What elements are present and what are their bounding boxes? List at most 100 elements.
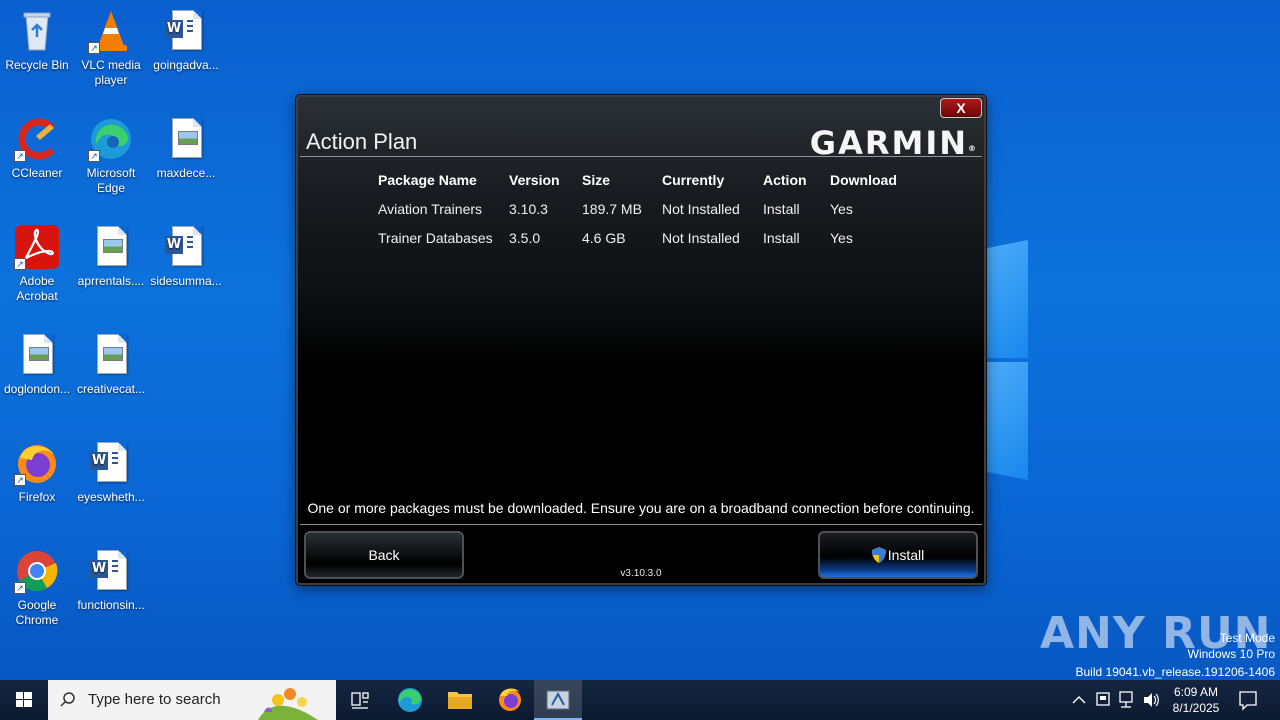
word-document-icon: W	[163, 8, 209, 54]
edge-icon: ↗	[88, 116, 134, 162]
installer-app-icon	[546, 690, 570, 710]
desktop-icon-goingadva[interactable]: W goingadva...	[150, 8, 222, 73]
network-icon[interactable]	[1116, 680, 1138, 720]
desktop-icon-label: goingadva...	[153, 58, 219, 72]
desktop-icon-chrome[interactable]: ↗ Google Chrome	[1, 548, 73, 628]
install-button[interactable]: Install	[818, 531, 978, 579]
word-document-icon: W	[163, 224, 209, 270]
cell-currently: Not Installed	[662, 201, 740, 217]
desktop-icon-sidesumma[interactable]: W sidesumma...	[150, 224, 222, 289]
cell-version: 3.10.3	[509, 201, 548, 217]
folder-icon	[448, 692, 472, 709]
taskbar-edge[interactable]	[386, 680, 434, 720]
desktop-icon-functionsin[interactable]: W functionsin...	[75, 548, 147, 613]
shortcut-arrow-icon: ↗	[88, 42, 100, 54]
close-button[interactable]: X	[940, 98, 982, 118]
desktop-icon-maxdece[interactable]: maxdece...	[150, 116, 222, 181]
desktop-icon-recycle-bin[interactable]: Recycle Bin	[1, 8, 73, 73]
desktop-icon-label: maxdece...	[156, 166, 216, 180]
image-file-icon	[88, 332, 134, 378]
desktop-icon-label: Google Chrome	[15, 598, 59, 627]
image-file-icon	[88, 224, 134, 270]
column-header-version: Version	[509, 172, 560, 188]
desktop-icon-eyeswheth[interactable]: W eyeswheth...	[75, 440, 147, 505]
start-button[interactable]	[0, 680, 48, 720]
registered-mark: ®	[968, 144, 978, 153]
desktop-icon-label: sidesumma...	[150, 274, 222, 288]
package-table: Package Name Version Size Currently Acti…	[378, 169, 910, 256]
desktop-icon-label: Microsoft Edge	[86, 166, 136, 195]
search-placeholder: Type here to search	[88, 691, 221, 708]
system-clock[interactable]: 6:09 AM 8/1/2025	[1166, 684, 1226, 716]
desktop-icon-label: doglondon...	[3, 382, 71, 396]
desktop-icon-vlc[interactable]: ↗ VLC media player	[75, 8, 147, 88]
garmin-action-plan-dialog: X Action Plan GARMIN® Package Name Versi…	[296, 95, 986, 585]
desktop-icon-label: creativecat...	[76, 382, 146, 396]
word-document-icon: W	[88, 440, 134, 486]
column-header-currently: Currently	[662, 172, 725, 188]
windows-wallpaper-logo	[980, 240, 1280, 480]
clock-date: 8/1/2025	[1172, 701, 1220, 715]
table-header-row: Package Name Version Size Currently Acti…	[378, 169, 910, 198]
desktop-icon-label: functionsin...	[77, 598, 145, 612]
column-header-size: Size	[582, 172, 611, 188]
desktop-icon-ccleaner[interactable]: ↗ CCleaner	[1, 116, 73, 181]
cell-currently: Not Installed	[662, 230, 740, 246]
search-icon	[60, 692, 75, 707]
cell-action: Install	[763, 230, 800, 246]
desktop-icon-label: eyeswheth...	[77, 490, 145, 504]
shortcut-arrow-icon: ↗	[14, 258, 26, 270]
shortcut-arrow-icon: ↗	[14, 474, 26, 486]
task-view-button[interactable]	[336, 680, 384, 720]
firefox-icon: ↗	[14, 440, 60, 486]
taskbar-firefox[interactable]	[486, 680, 534, 720]
cell-package-name: Trainer Databases	[378, 230, 493, 246]
windows-start-icon	[16, 692, 32, 707]
acrobat-icon: ↗	[14, 224, 60, 270]
taskbar-search-box[interactable]: Type here to search	[48, 680, 336, 720]
show-hidden-icons-chevron-icon[interactable]	[1068, 680, 1090, 720]
back-button-label: Back	[368, 547, 400, 563]
cell-version: 3.5.0	[509, 230, 541, 246]
shortcut-arrow-icon: ↗	[88, 150, 100, 162]
taskbar-garmin-installer[interactable]	[534, 680, 582, 720]
divider	[300, 156, 982, 157]
search-highlight-flowers-icon	[258, 688, 318, 720]
desktop-icon-edge[interactable]: ↗ Microsoft Edge	[75, 116, 147, 196]
desktop-icon-label: Adobe Acrobat	[16, 274, 58, 303]
taskbar: Type here to search 6:09 AM 8/1/2025	[0, 680, 1280, 720]
cell-action: Install	[763, 201, 800, 217]
image-file-icon	[163, 116, 209, 162]
table-row: Aviation Trainers 3.10.3 189.7 MB Not In…	[378, 198, 910, 227]
ccleaner-icon: ↗	[14, 116, 60, 162]
desktop-icon-label: VLC media player	[81, 58, 141, 87]
taskbar-file-explorer[interactable]	[436, 680, 484, 720]
desktop-icon-label: Recycle Bin	[5, 58, 69, 72]
column-header-action: Action	[763, 172, 807, 188]
vlc-cone-icon: ↗	[88, 8, 134, 54]
desktop-icon-creativecat[interactable]: creativecat...	[75, 332, 147, 397]
desktop-icon-doglondon[interactable]: doglondon...	[1, 332, 73, 397]
cell-size: 4.6 GB	[582, 230, 626, 246]
device-icon[interactable]	[1092, 680, 1114, 720]
shortcut-arrow-icon: ↗	[14, 150, 26, 162]
download-notice: One or more packages must be downloaded.…	[307, 500, 975, 516]
desktop-icon-aprrentals[interactable]: aprrentals....	[75, 224, 147, 289]
chrome-icon: ↗	[14, 548, 60, 594]
dialog-title: Action Plan	[306, 129, 418, 154]
uac-shield-icon	[871, 536, 886, 563]
shortcut-arrow-icon: ↗	[14, 582, 26, 594]
volume-icon[interactable]	[1140, 680, 1162, 720]
desktop-icon-firefox[interactable]: ↗ Firefox	[1, 440, 73, 505]
desktop-icon-label: CCleaner	[11, 166, 63, 180]
column-header-download: Download	[830, 172, 897, 188]
install-button-label: Install	[887, 547, 925, 563]
table-row: Trainer Databases 3.5.0 4.6 GB Not Insta…	[378, 227, 910, 256]
cell-package-name: Aviation Trainers	[378, 201, 483, 217]
clock-time: 6:09 AM	[1173, 685, 1219, 699]
cell-size: 189.7 MB	[582, 201, 642, 217]
notification-center-icon[interactable]	[1236, 680, 1260, 720]
image-file-icon	[14, 332, 60, 378]
desktop-icon-acrobat[interactable]: ↗ Adobe Acrobat	[1, 224, 73, 304]
cell-download: Yes	[830, 230, 853, 246]
